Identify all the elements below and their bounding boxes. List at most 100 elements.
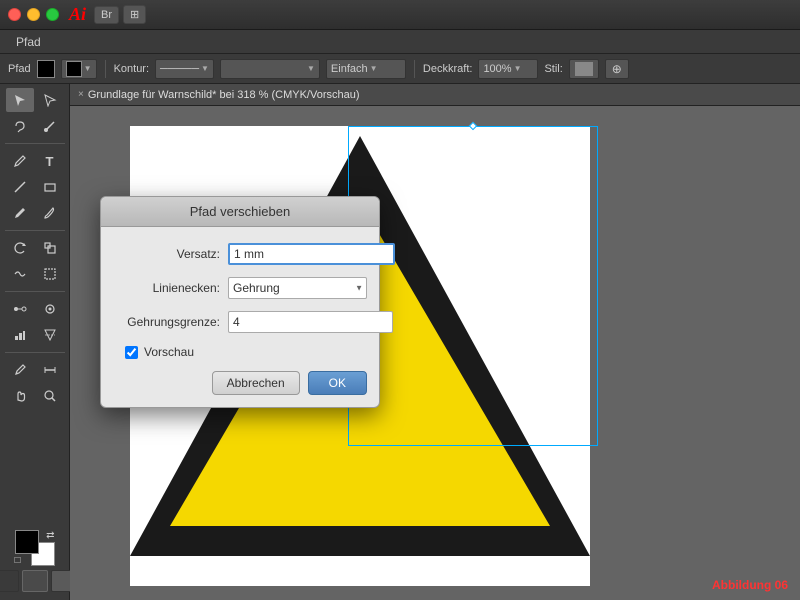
free-transform-tool[interactable]	[36, 262, 64, 286]
reset-colors-icon[interactable]: □	[15, 555, 21, 566]
tool-row-1	[6, 88, 64, 112]
close-button[interactable]	[8, 8, 21, 21]
tab-bar: × Grundlage für Warnschild* bei 318 % (C…	[70, 84, 800, 106]
deckkraft-label: Deckkraft:	[423, 63, 473, 75]
menubar: Pfad	[0, 30, 800, 54]
tool-separator-1	[5, 143, 65, 144]
main-layout: T	[0, 84, 800, 600]
normal-mode[interactable]	[0, 570, 19, 592]
abbildung-label: Abbildung 06	[712, 578, 788, 592]
select-tool[interactable]	[6, 88, 34, 112]
kontur-label: Kontur:	[114, 63, 149, 75]
gehrungsgrenze-input[interactable]	[228, 311, 393, 333]
tool-row-2	[6, 114, 64, 138]
versatz-input[interactable]	[228, 243, 395, 265]
style-dropdown-arrow: ▼	[370, 64, 378, 73]
tools-panel: T	[0, 84, 70, 600]
fill-swatch[interactable]	[37, 60, 55, 78]
behind-mode[interactable]	[22, 570, 48, 592]
type-tool[interactable]: T	[36, 149, 64, 173]
warp-tool[interactable]	[6, 262, 34, 286]
view-button[interactable]: ⊞	[123, 5, 146, 24]
cancel-button[interactable]: Abbrechen	[212, 371, 300, 395]
dialog-buttons: Abbrechen OK	[113, 371, 367, 395]
kontur-dropdown[interactable]: ───── ▼	[155, 59, 214, 79]
ok-button[interactable]: OK	[308, 371, 367, 395]
stroke-dropdown-arrow: ▼	[84, 64, 92, 73]
magic-wand-tool[interactable]	[36, 114, 64, 138]
preview-label: Vorschau	[144, 345, 194, 359]
app-logo: Ai	[69, 4, 86, 25]
stroke-color-dropdown[interactable]: ▼	[61, 59, 97, 79]
tool-row-10	[6, 358, 64, 382]
zoom-tool[interactable]	[36, 384, 64, 408]
br-button[interactable]: Br	[94, 6, 119, 24]
dialog-title: Pfad verschieben	[101, 197, 379, 227]
tool-row-9	[6, 323, 64, 347]
canvas-area[interactable]: × Grundlage für Warnschild* bei 318 % (C…	[70, 84, 800, 600]
tool-row-4	[6, 175, 64, 199]
stroke-width-dropdown[interactable]: ▼	[220, 59, 320, 79]
tab-title: Grundlage für Warnschild* bei 318 % (CMY…	[88, 89, 360, 101]
hand-tool[interactable]	[6, 384, 34, 408]
pencil-tool[interactable]	[6, 201, 34, 225]
tool-separator-3	[5, 291, 65, 292]
tool-row-11	[6, 384, 64, 408]
linienecken-select[interactable]: Gehrung Rund Abgeflacht	[228, 277, 367, 299]
shape-tool[interactable]	[36, 175, 64, 199]
tool-row-3: T	[6, 149, 64, 173]
mode-row	[0, 570, 77, 592]
tool-separator-4	[5, 352, 65, 353]
menu-pfad[interactable]: Pfad	[8, 33, 49, 51]
eyedropper-tool[interactable]	[6, 358, 34, 382]
pfad-verschieben-dialog: Pfad verschieben Versatz: Linienecken: G…	[100, 196, 380, 408]
rotate-tool[interactable]	[6, 236, 34, 260]
linienecken-select-wrapper: Gehrung Rund Abgeflacht ▼	[228, 277, 367, 299]
color-area: ⇄ □	[0, 530, 77, 600]
tool-separator-2	[5, 230, 65, 231]
tool-row-5	[6, 201, 64, 225]
separator2	[414, 60, 415, 78]
toolbar-pfad-label: Pfad	[8, 63, 31, 75]
column-graph-tool[interactable]	[6, 323, 34, 347]
tool-row-7	[6, 262, 64, 286]
width-dropdown-arrow: ▼	[307, 64, 315, 73]
versatz-row: Versatz:	[113, 243, 367, 265]
tab-close-button[interactable]: ×	[78, 89, 84, 100]
preview-checkbox[interactable]	[125, 346, 138, 359]
maximize-button[interactable]	[46, 8, 59, 21]
line-tool[interactable]	[6, 175, 34, 199]
tool-row-6	[6, 236, 64, 260]
swap-colors-icon[interactable]: ⇄	[46, 530, 54, 541]
symbol-tool[interactable]	[36, 297, 64, 321]
traffic-lights	[8, 8, 59, 21]
separator	[105, 60, 106, 78]
stil-dropdown[interactable]	[569, 59, 599, 79]
canvas-content[interactable]: Abbildung 06 Pfad verschieben Versatz: L…	[70, 106, 800, 600]
brush-tool[interactable]	[36, 201, 64, 225]
lasso-tool[interactable]	[6, 114, 34, 138]
kontur-dropdown-arrow: ▼	[201, 64, 209, 73]
tool-row-8	[6, 297, 64, 321]
versatz-label: Versatz:	[113, 247, 228, 261]
dialog-body: Versatz: Linienecken: Gehrung Rund Abgef…	[101, 227, 379, 407]
extra-btn[interactable]: ⊕	[605, 59, 629, 79]
toolbar: Pfad ▼ Kontur: ───── ▼ ▼ Einfach ▼ Deckk…	[0, 54, 800, 84]
pen-tool[interactable]	[6, 149, 34, 173]
slice-tool[interactable]	[36, 323, 64, 347]
titlebar: Ai Br ⊞	[0, 0, 800, 30]
minimize-button[interactable]	[27, 8, 40, 21]
stroke-style-dropdown[interactable]: Einfach ▼	[326, 59, 406, 79]
scale-tool[interactable]	[36, 236, 64, 260]
measure-tool[interactable]	[36, 358, 64, 382]
blend-tool[interactable]	[6, 297, 34, 321]
gehrungsgrenze-label: Gehrungsgrenze:	[113, 315, 228, 329]
deckkraft-dropdown[interactable]: 100% ▼	[478, 59, 538, 79]
deckkraft-arrow: ▼	[514, 64, 522, 73]
direct-select-tool[interactable]	[36, 88, 64, 112]
gehrungsgrenze-row: Gehrungsgrenze:	[113, 311, 367, 333]
preview-row: Vorschau	[113, 345, 367, 359]
linienecken-label: Linienecken:	[113, 281, 228, 295]
linienecken-row: Linienecken: Gehrung Rund Abgeflacht ▼	[113, 277, 367, 299]
foreground-swatch[interactable]	[15, 530, 39, 554]
